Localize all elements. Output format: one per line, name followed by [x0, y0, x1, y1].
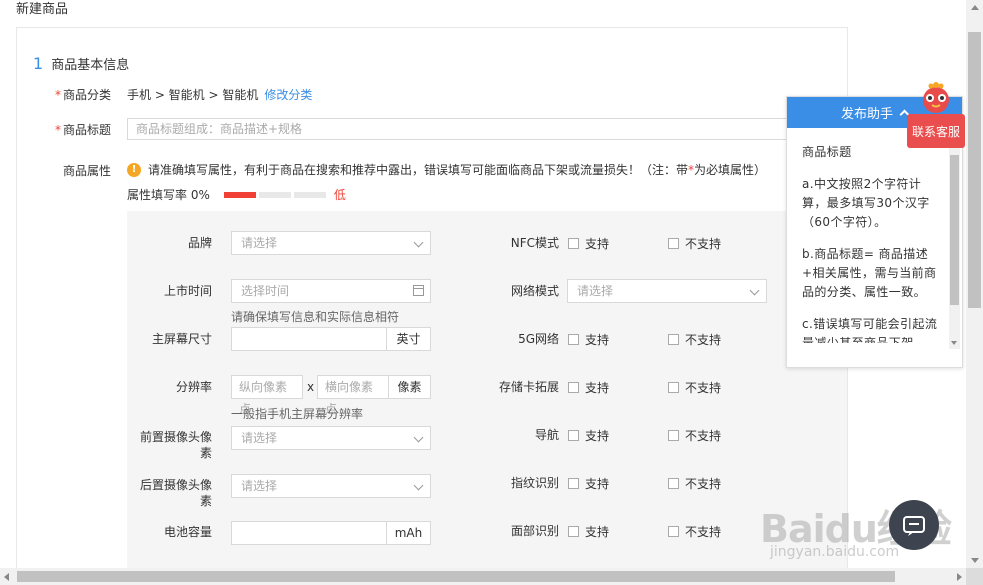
resolution-unit: 像素 — [388, 375, 431, 399]
attribute-panel: 品牌 请选择 上市时间 选择时间 请确保填写信息和实际信息相符 主屏幕尺寸 英寸… — [127, 211, 847, 585]
screen-label: 主屏幕尺寸 — [151, 332, 212, 346]
page-title: 新建商品 — [16, 2, 69, 17]
face-yes-checkbox[interactable]: 支持 — [568, 523, 609, 540]
fill-bar-segment — [223, 191, 256, 198]
scroll-down-icon — [951, 341, 957, 345]
rear-camera-label: 后置摄像头像素 — [139, 478, 212, 508]
modify-category-link[interactable]: 修改分类 — [264, 88, 312, 102]
nav-label: 导航 — [534, 428, 559, 442]
resolution-height-input[interactable]: 纵向像素点 — [231, 375, 303, 416]
nfc-yes-checkbox[interactable]: 支持 — [568, 235, 609, 252]
category-value: 手机 > 智能机 > 智能机 修改分类 — [127, 88, 313, 102]
resolution-label: 分辨率 — [175, 380, 212, 394]
helper-tip: c.错误填写可能会引起流量减少甚至商品下架 — [802, 317, 938, 343]
front-camera-label: 前置摄像头像素 — [139, 430, 212, 460]
chevron-down-icon — [413, 237, 424, 248]
launch-hint: 请确保填写信息和实际信息相符 — [231, 310, 400, 324]
section-header: 1 商品基本信息 — [33, 54, 129, 73]
battery-unit: mAh — [386, 522, 430, 544]
chevron-down-icon — [749, 285, 760, 296]
finger-label: 指纹识别 — [510, 476, 559, 490]
chat-icon — [903, 516, 925, 536]
scroll-down-icon — [971, 558, 979, 563]
resolution-width-input[interactable]: 横向像素点 — [317, 375, 389, 416]
section-number: 1 — [33, 54, 44, 73]
face-no-checkbox[interactable]: 不支持 — [668, 523, 721, 540]
fill-rate-bars — [223, 191, 329, 198]
launch-date-picker[interactable]: 选择时间 — [231, 279, 431, 303]
product-title-input[interactable] — [127, 118, 847, 140]
chevron-down-icon — [413, 480, 424, 491]
scroll-left-icon — [4, 573, 9, 581]
nav-no-checkbox[interactable]: 不支持 — [668, 427, 721, 444]
category-label: * 商品分类 — [54, 88, 111, 102]
nfc-label: NFC模式 — [510, 236, 559, 250]
nav-yes-checkbox[interactable]: 支持 — [568, 427, 609, 444]
fill-rate: 属性填写率 0% 低 — [127, 186, 346, 203]
scroll-right-icon — [957, 573, 962, 581]
resolution-separator: x — [307, 380, 315, 394]
scroll-up-icon — [971, 5, 979, 10]
screen-size-input[interactable]: 英寸 — [231, 327, 431, 351]
title-label: * 商品标题 — [54, 123, 111, 137]
screen-unit: 英寸 — [386, 328, 430, 350]
fill-bar-segment — [258, 191, 291, 198]
page-vertical-scrollbar[interactable] — [966, 0, 983, 568]
chevron-down-icon — [413, 432, 424, 443]
finger-no-checkbox[interactable]: 不支持 — [668, 475, 721, 492]
page-horizontal-scrollbar[interactable] — [0, 568, 966, 585]
network-select[interactable]: 请选择 — [567, 279, 767, 303]
fill-bar-segment — [293, 191, 326, 198]
battery-label: 电池容量 — [163, 525, 212, 539]
5g-no-checkbox[interactable]: 不支持 — [668, 331, 721, 348]
finger-yes-checkbox[interactable]: 支持 — [568, 475, 609, 492]
brand-select[interactable]: 请选择 — [231, 231, 431, 255]
resolution-hint: 一般指手机主屏幕分辨率 — [231, 407, 364, 421]
calendar-icon — [413, 285, 424, 296]
chat-button[interactable] — [889, 500, 939, 550]
helper-content: 商品标题 a.中文按照2个字符计算，最多填写30个汉字（60个字符）。 b.商品… — [802, 143, 942, 343]
5g-yes-checkbox[interactable]: 支持 — [568, 331, 609, 348]
helper-scrollbar[interactable] — [949, 133, 960, 349]
nfc-no-checkbox[interactable]: 不支持 — [668, 235, 721, 252]
helper-tip: a.中文按照2个字符计算，最多填写30个汉字（60个字符）。 — [802, 177, 930, 229]
5g-label: 5G网络 — [518, 332, 559, 346]
front-camera-select[interactable]: 请选择 — [231, 426, 431, 450]
launch-label: 上市时间 — [163, 284, 212, 298]
product-form-card: 1 商品基本信息 * 商品分类 手机 > 智能机 > 智能机 修改分类 * 商品标题 … — [16, 27, 848, 585]
fill-rate-level: 低 — [333, 188, 346, 202]
face-label: 面部识别 — [510, 524, 559, 538]
rear-camera-select[interactable]: 请选择 — [231, 474, 431, 498]
network-label: 网络模式 — [510, 284, 559, 298]
card-label: 存储卡拓展 — [498, 380, 559, 394]
attr-warning: ! 请准确填写属性，有利于商品在搜索和推荐中露出，错误填写可能面临商品下架或流量… — [127, 161, 766, 178]
brand-label: 品牌 — [187, 236, 212, 250]
attrs-label: 商品属性 — [62, 164, 111, 178]
helper-tip: b.商品标题= 商品描述+相关属性，需与当前商品的分类、属性一致。 — [802, 247, 937, 299]
scrollbar-corner — [966, 568, 983, 585]
contact-service-button[interactable]: 联系客服 — [907, 114, 965, 148]
fill-rate-label: 属性填写率 0% — [127, 188, 210, 202]
card-no-checkbox[interactable]: 不支持 — [668, 379, 721, 396]
section-title: 商品基本信息 — [51, 58, 130, 73]
watermark-url: jingyan.baidu.com — [770, 544, 900, 560]
card-yes-checkbox[interactable]: 支持 — [568, 379, 609, 396]
mascot-icon — [923, 82, 949, 113]
battery-input[interactable]: mAh — [231, 521, 431, 545]
exclamation-icon: ! — [127, 162, 141, 177]
